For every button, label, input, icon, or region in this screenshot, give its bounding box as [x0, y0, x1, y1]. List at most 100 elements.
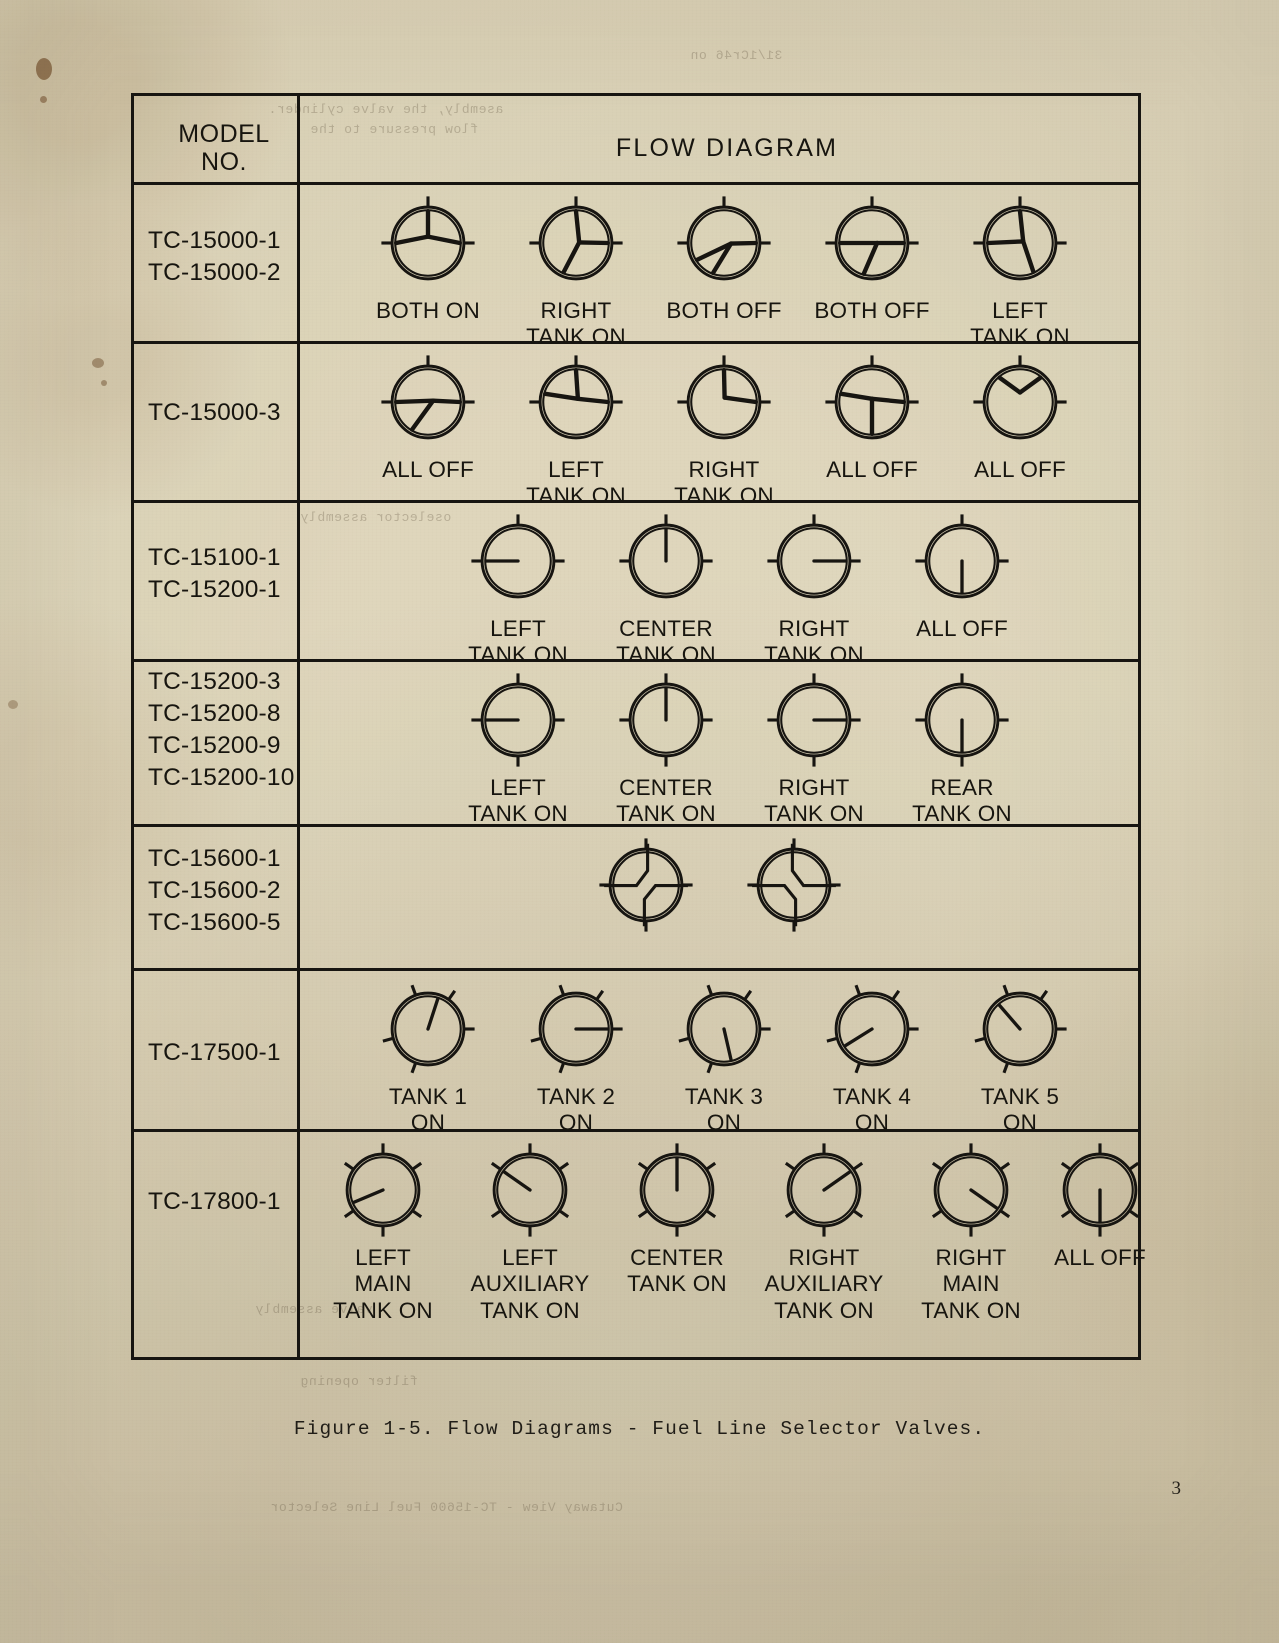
valve-symbol — [825, 355, 919, 440]
valve-symbol — [490, 1143, 570, 1237]
valve-symbol — [381, 196, 475, 281]
valve-diagram-cell: LEFT TANK ON — [443, 668, 593, 828]
valve-group: LEFT MAIN TANK ON LEFT AUXILIARY TANK ON C… — [306, 1138, 1146, 1328]
row-divider — [134, 968, 1138, 971]
valve-symbol — [382, 984, 475, 1074]
valve-group: ALL OFF LEFT TANK ON RIGHT TANK ON ALL OFF A… — [306, 350, 1141, 508]
valve-symbol — [915, 514, 1009, 599]
valve-row: LEFT TANK ON CENTER TANK ON RIGHT TANK ON A… — [306, 509, 1141, 667]
valve-diagram-cell: LEFT TANK ON — [443, 509, 593, 669]
valve-diagram-cell: TANK 1 ON — [353, 977, 503, 1137]
valve-symbol — [973, 355, 1067, 440]
ink-stain — [92, 358, 104, 368]
valve-diagram-cell: ALL OFF — [353, 350, 503, 483]
valve-position-label: LEFT AUXILIARY TANK ON — [470, 1245, 590, 1323]
valve-position-label: TANK 3 ON — [684, 1084, 764, 1136]
model-numbers: TC-15100-1 TC-15200-1 — [148, 544, 281, 603]
valve-position-label: BOTH ON — [376, 298, 480, 323]
valve-symbol — [529, 355, 623, 440]
valve-row: TANK 1 ON TANK 2 ON TANK 3 ON TANK 4 ON TANK… — [306, 977, 1141, 1135]
valve-position-label: LEFT TANK ON — [468, 775, 568, 827]
figure-caption: Figure 1-5. Flow Diagrams - Fuel Line Se… — [293, 1418, 986, 1440]
valve-position-label: ALL OFF — [382, 457, 474, 482]
valve-symbol — [619, 514, 713, 599]
valve-diagram-cell: RIGHT TANK ON — [739, 668, 889, 828]
valve-diagram-cell: RIGHT TANK ON — [501, 191, 651, 351]
valve-symbol — [637, 1143, 717, 1237]
model-numbers: TC-15000-1 TC-15000-2 — [148, 227, 281, 286]
column-header-model-no: MODEL NO. — [178, 120, 270, 176]
valve-position-label: ALL OFF — [974, 457, 1066, 482]
valve-position-label: REAR TANK ON — [912, 775, 1012, 827]
valve-position-label: LEFT TANK ON — [970, 298, 1070, 350]
valve-position-label: RIGHT TANK ON — [764, 616, 864, 668]
valve-symbol — [381, 355, 475, 440]
valve-diagram-cell: RIGHT TANK ON — [649, 350, 799, 510]
valve-diagram-cell: LEFT TANK ON — [501, 350, 651, 510]
valve-group — [306, 833, 1141, 963]
valve-diagram-cell: TANK 2 ON — [501, 977, 651, 1137]
valve-row: LEFT TANK ON CENTER TANK ON RIGHT TANK ON R… — [306, 668, 1141, 826]
valve-symbol — [973, 196, 1067, 281]
page-number: 3 — [1171, 1478, 1182, 1499]
valve-symbol — [825, 196, 919, 281]
valve-position-label: RIGHT TANK ON — [526, 298, 626, 350]
valve-symbol — [767, 673, 861, 767]
valve-symbol — [471, 514, 565, 599]
valve-symbol — [784, 1143, 864, 1237]
valve-position-label: BOTH OFF — [814, 298, 930, 323]
valve-symbol — [826, 984, 919, 1074]
page-showthrough: Cutaway View - TC-15600 Fuel Line Select… — [270, 1500, 623, 1515]
row-divider — [134, 182, 1138, 185]
valve-position-label: LEFT TANK ON — [526, 457, 626, 509]
valve-symbol — [530, 984, 623, 1074]
valve-symbol — [931, 1143, 1011, 1237]
valve-symbol — [677, 355, 771, 440]
valve-symbol — [619, 673, 713, 767]
valve-row: ALL OFF LEFT TANK ON RIGHT TANK ON ALL OFF A… — [306, 350, 1141, 508]
valve-diagram-cell: BOTH ON — [353, 191, 503, 324]
valve-position-label: CENTER TANK ON — [616, 775, 716, 827]
valve-position-label: RIGHT TANK ON — [674, 457, 774, 509]
valve-group: LEFT TANK ON CENTER TANK ON RIGHT TANK ON A… — [306, 509, 1141, 667]
valve-diagram-cell: RIGHT AUXILIARY TANK ON — [749, 1138, 899, 1324]
valve-symbol — [599, 838, 693, 932]
valve-diagram-cell: TANK 5 ON — [945, 977, 1095, 1137]
model-numbers: TC-15200-3 TC-15200-8 TC-15200-9 TC-1520… — [148, 668, 295, 791]
valve-symbol — [1060, 1143, 1140, 1237]
flow-diagram-table: MODEL NO. FLOW DIAGRAM TC-15000-1 TC-150… — [131, 93, 1146, 1360]
model-numbers: TC-17500-1 — [148, 1039, 281, 1066]
valve-position-label: TANK 4 ON — [832, 1084, 912, 1136]
valve-diagram-cell: ALL OFF — [887, 509, 1037, 642]
ink-stain — [8, 700, 18, 709]
valve-row: LEFT MAIN TANK ON LEFT AUXILIARY TANK ON C… — [306, 1138, 1146, 1328]
valve-position-label: CENTER TANK ON — [616, 616, 716, 668]
valve-diagram-cell: CENTER TANK ON — [591, 509, 741, 669]
valve-diagram-cell: LEFT MAIN TANK ON — [308, 1138, 458, 1324]
valve-diagram-cell: RIGHT TANK ON — [739, 509, 889, 669]
page-showthrough: 31/1Cr46 on — [690, 48, 783, 63]
valve-group: TANK 1 ON TANK 2 ON TANK 3 ON TANK 4 ON TANK… — [306, 977, 1141, 1135]
valve-diagram-cell: BOTH OFF — [649, 191, 799, 324]
valve-symbol — [471, 673, 565, 767]
valve-diagram-cell: LEFT AUXILIARY TANK ON — [455, 1138, 605, 1324]
valve-diagram-cell — [719, 833, 869, 937]
document-page: asembly, the valve cylinder. flow pressu… — [0, 0, 1279, 1643]
valve-symbol — [678, 984, 771, 1074]
valve-position-label: TANK 2 ON — [536, 1084, 616, 1136]
valve-diagram-cell: TANK 3 ON — [649, 977, 799, 1137]
valve-symbol — [915, 673, 1009, 767]
model-numbers: TC-15000-3 — [148, 399, 281, 426]
valve-diagram-cell — [571, 833, 721, 937]
valve-position-label: RIGHT MAIN TANK ON — [921, 1245, 1021, 1323]
column-header-flow-diagram: FLOW DIAGRAM — [615, 134, 839, 162]
model-numbers: TC-15600-1 TC-15600-2 TC-15600-5 — [148, 845, 281, 936]
valve-diagram-cell: ALL OFF — [797, 350, 947, 483]
model-numbers: TC-17800-1 — [148, 1188, 281, 1215]
valve-position-label: LEFT MAIN TANK ON — [333, 1245, 433, 1323]
valve-group: BOTH ON RIGHT TANK ON BOTH OFF BOTH OFF LEFT… — [306, 191, 1141, 349]
valve-diagram-cell: TANK 4 ON — [797, 977, 947, 1137]
valve-position-label: ALL OFF — [826, 457, 918, 482]
valve-diagram-cell: LEFT TANK ON — [945, 191, 1095, 351]
valve-position-label: ALL OFF — [1054, 1245, 1146, 1270]
